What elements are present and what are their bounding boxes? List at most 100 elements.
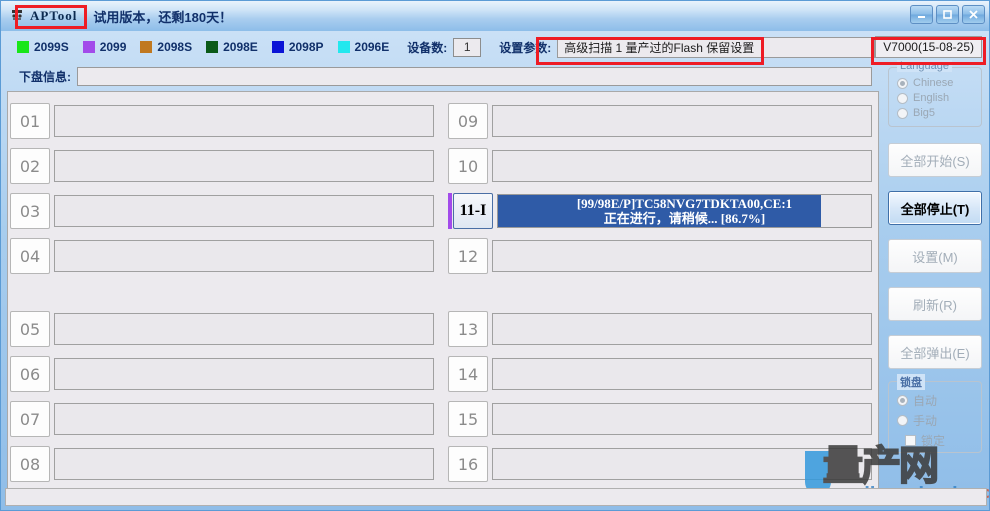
slot-row[interactable]: 15	[448, 400, 876, 438]
lock-option-label: 自动	[913, 394, 938, 408]
aptool-window: APTool 试用版本，还剩180天！ 2099S 2099 2098S 209…	[0, 0, 990, 511]
slot-status-field[interactable]	[54, 240, 434, 272]
slot-row[interactable]: 01	[10, 102, 438, 140]
slot-row[interactable]: 09	[448, 102, 876, 140]
refresh-label: 刷新(R)	[912, 297, 958, 313]
legend-label: 2096E	[354, 40, 390, 54]
slot-status-field[interactable]	[54, 358, 434, 390]
slot-accent-bar	[448, 193, 452, 229]
language-option-big5[interactable]: Big5	[897, 107, 981, 119]
sidebar: Language Chinese English Big5 全部开始(S) 全部…	[885, 60, 985, 503]
legend-item-2098s: 2098S	[140, 40, 192, 54]
refresh-button[interactable]: 刷新(R)	[888, 287, 982, 321]
slot-row[interactable]: 12	[448, 237, 876, 275]
slot-number-button[interactable]: 13	[448, 311, 488, 347]
slot-status-field[interactable]	[492, 240, 872, 272]
legend-swatch	[271, 41, 284, 53]
slot-number-button[interactable]: 12	[448, 238, 488, 274]
slot-number-button[interactable]: 08	[10, 446, 50, 482]
slot-number-button[interactable]: 01	[10, 103, 50, 139]
legend-swatch	[17, 41, 29, 53]
legend-label: 2098E	[223, 40, 258, 54]
language-option-label: Big5	[913, 107, 936, 119]
slot-number-button[interactable]: 09	[448, 103, 488, 139]
slot-number-button[interactable]: 06	[10, 356, 50, 392]
slot-row[interactable]: 11-I [99/98E/P]TC58NVG7TDKTA00,CE:1 正在进行，请…	[448, 192, 876, 230]
slot-row[interactable]: 13	[448, 310, 876, 348]
lock-disk-group-title: 锁盘	[897, 374, 925, 390]
slot-number-button[interactable]: 05	[10, 311, 50, 347]
slot-column-right: 09 10 11-I [99/98E/P]TC58NVG7TDKTA00,CE:1 正在…	[448, 92, 878, 502]
slot-status-field[interactable]	[492, 358, 872, 390]
slot-status-field[interactable]	[54, 195, 434, 227]
slot-number-button[interactable]: 03	[10, 193, 50, 229]
slot-row[interactable]: 03	[10, 192, 438, 230]
legend-label: 2098P	[288, 40, 324, 54]
slot-row[interactable]: 07	[10, 400, 438, 438]
lock-option-auto[interactable]: 自动	[897, 392, 981, 409]
slot-status-field[interactable]	[54, 105, 434, 137]
title-bar: APTool 试用版本，还剩180天！	[1, 1, 989, 31]
language-option-label: English	[913, 92, 950, 104]
slot-status-field[interactable]	[54, 150, 434, 182]
slot-number-button[interactable]: 11-I	[453, 193, 493, 229]
legend-swatch	[82, 41, 95, 53]
legend-swatch	[206, 41, 219, 53]
slot-number-button[interactable]: 16	[448, 446, 488, 482]
legend-item-2098e: 2098E	[206, 40, 258, 54]
lock-checkbox[interactable]: 锁定	[905, 432, 981, 449]
maximize-button[interactable]	[936, 5, 959, 24]
slot-status-field[interactable]	[492, 403, 872, 435]
param-input[interactable]: 高级扫描 1 量产过的Flash 保留设置	[557, 36, 876, 58]
device-count-input[interactable]: 1	[453, 37, 482, 57]
slot-number-button[interactable]: 04	[10, 238, 50, 274]
lock-disk-group: 锁盘 自动 手动 锁定	[888, 374, 982, 453]
lock-option-label: 手动	[913, 414, 938, 428]
slot-status-field[interactable]	[492, 150, 872, 182]
disk-info-input[interactable]	[77, 66, 872, 86]
stop-all-button[interactable]: 全部停止(T)	[888, 191, 982, 225]
device-count-label: 设备数:	[407, 40, 448, 55]
slot-number-button[interactable]: 02	[10, 148, 50, 184]
slot-panel: 01 02 03 04 05 06 07 08 09 10 11-I [99/98E/P]TC58N…	[7, 91, 879, 501]
slot-row[interactable]: 10	[448, 147, 876, 185]
slot-row[interactable]: 08	[10, 445, 438, 483]
slot-status-field[interactable]	[54, 313, 434, 345]
slot-number-button[interactable]: 15	[448, 401, 488, 437]
legend-swatch	[140, 41, 153, 53]
minimize-button[interactable]	[910, 5, 933, 24]
progress-line-1: [99/98E/P]TC58NVG7TDKTA00,CE:1	[576, 196, 793, 211]
disk-info-label: 下盘信息:	[19, 69, 71, 84]
progress-line-2: 正在进行，请稍候... [86.7%]	[603, 211, 766, 226]
slot-number-button[interactable]: 10	[448, 148, 488, 184]
slot-progress-bar: [99/98E/P]TC58NVG7TDKTA00,CE:1 正在进行，请稍候..…	[497, 194, 872, 228]
window-title: APTool	[30, 8, 78, 23]
slot-status-field[interactable]	[54, 448, 434, 480]
legend-label: 2098S	[157, 40, 193, 54]
legend-item-2099: 2099	[82, 40, 126, 54]
slot-status-field[interactable]	[492, 448, 872, 480]
eject-all-button[interactable]: 全部弹出(E)	[888, 335, 982, 369]
slot-row[interactable]: 04	[10, 237, 438, 275]
lock-option-manual[interactable]: 手动	[897, 412, 981, 429]
slot-row[interactable]: 06	[10, 355, 438, 393]
radio-icon	[897, 107, 908, 119]
slot-row[interactable]: 14	[448, 355, 876, 393]
stop-all-label: 全部停止(T)	[900, 201, 970, 217]
slot-status-field[interactable]	[492, 313, 872, 345]
slot-row[interactable]: 16	[448, 445, 876, 483]
progress-text: [99/98E/P]TC58NVG7TDKTA00,CE:1 正在进行，请稍候..…	[498, 195, 871, 227]
slot-number-button[interactable]: 07	[10, 401, 50, 437]
slot-status-field[interactable]	[54, 403, 434, 435]
slot-number-button[interactable]: 14	[448, 356, 488, 392]
start-all-button[interactable]: 全部开始(S)	[888, 143, 982, 177]
slot-row[interactable]: 02	[10, 147, 438, 185]
close-button[interactable]	[962, 5, 985, 24]
slot-row[interactable]: 05	[10, 310, 438, 348]
slot-status-field[interactable]	[492, 105, 872, 137]
language-option-chinese[interactable]: Chinese	[897, 77, 981, 89]
settings-button[interactable]: 设置(M)	[888, 239, 982, 273]
status-bar	[5, 488, 987, 506]
language-option-english[interactable]: English	[897, 92, 981, 104]
legend-toolbar: 2099S 2099 2098S 2098E 2098P 2096E 设备数: …	[1, 32, 989, 62]
